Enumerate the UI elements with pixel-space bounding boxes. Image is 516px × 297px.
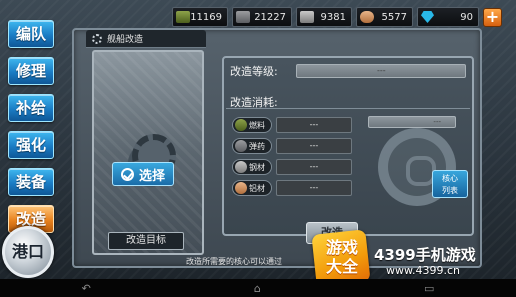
- watermark-title: 4399手机游戏: [374, 246, 476, 264]
- steel-icon: [300, 11, 314, 23]
- cost-row-fuel: 燃料 ---: [232, 116, 356, 134]
- recent-apps-icon[interactable]: ▭: [424, 282, 434, 295]
- cost-row-aluminum: 铝材 ---: [232, 179, 356, 197]
- divider: [226, 108, 470, 109]
- ammo-icon: [235, 140, 247, 152]
- watermark-logo-text: 游戏 大全: [320, 238, 364, 276]
- system-nav-bar: ↶ ⌂ ▭: [0, 279, 516, 297]
- fuel-counter: 11169: [172, 7, 228, 27]
- cost-value: ---: [276, 138, 352, 154]
- panel-title: 舰船改造: [107, 35, 144, 45]
- aluminum-icon: [360, 11, 374, 23]
- modify-target-label: 改造目标: [108, 232, 184, 250]
- add-gems-button[interactable]: +: [483, 7, 502, 27]
- aluminum-icon: [235, 182, 247, 194]
- fuel-icon: [235, 119, 247, 131]
- home-icon[interactable]: ⌂: [254, 282, 261, 295]
- aluminum-badge: 铝材: [232, 180, 272, 196]
- core-slot-value: ---: [368, 116, 456, 128]
- steel-badge: 钢材: [232, 159, 272, 175]
- ship-slot[interactable]: [92, 50, 204, 255]
- ammo-counter: 21227: [232, 7, 292, 27]
- menu-equip-button[interactable]: 装备: [8, 168, 54, 196]
- modify-level-value: ---: [296, 64, 466, 78]
- aluminum-counter: 5577: [356, 7, 413, 27]
- modify-level-label: 改造等级:: [230, 65, 278, 78]
- ammo-value: 21227: [254, 11, 286, 23]
- ammo-badge: 弹药: [232, 138, 272, 154]
- select-ship-button[interactable]: 选择: [112, 162, 174, 186]
- watermark-logo-line1: 游戏: [325, 238, 358, 257]
- cost-name: 弹药: [249, 141, 265, 151]
- core-list-line1: 核心: [442, 174, 458, 183]
- side-menu: 编队 修理 补给 强化 装备 改造: [8, 20, 58, 242]
- cost-name: 铝材: [249, 183, 265, 193]
- cost-value: ---: [276, 159, 352, 175]
- check-circle-icon: [120, 167, 134, 181]
- fuel-badge: 燃料: [232, 117, 272, 133]
- steel-counter: 9381: [296, 7, 352, 27]
- game-screen: 11169 21227 9381 5577 90 + 编队 修理 补给 强化 装…: [0, 0, 516, 297]
- fuel-value: 11169: [190, 11, 222, 23]
- watermark-url: www.4399.cn: [386, 264, 460, 277]
- menu-repair-button[interactable]: 修理: [8, 57, 54, 85]
- core-list-line2: 列表: [442, 186, 458, 195]
- core-list-button[interactable]: 核心 列表: [432, 170, 468, 198]
- back-icon[interactable]: ↶: [82, 282, 91, 295]
- steel-icon: [235, 161, 247, 173]
- cost-name: 燃料: [249, 120, 265, 130]
- resource-bar: 11169 21227 9381 5577 90 +: [172, 6, 512, 28]
- menu-enhance-button[interactable]: 强化: [8, 131, 54, 159]
- fuel-icon: [176, 11, 190, 23]
- watermark-logo-line2: 大全: [325, 257, 358, 276]
- gear-icon: [92, 33, 102, 44]
- cost-row-steel: 钢材 ---: [232, 158, 356, 176]
- panel-tab: 舰船改造: [86, 30, 206, 48]
- steel-value: 9381: [320, 11, 346, 23]
- select-label: 选择: [138, 168, 165, 184]
- cost-value: ---: [276, 180, 352, 196]
- modify-level-row: 改造等级: ---: [230, 63, 466, 79]
- menu-supply-button[interactable]: 补给: [8, 94, 54, 122]
- gem-counter: 90: [417, 7, 479, 27]
- cost-row-ammo: 弹药 ---: [232, 137, 356, 155]
- menu-fleet-button[interactable]: 编队: [8, 20, 54, 48]
- ammo-icon: [236, 11, 250, 23]
- aluminum-value: 5577: [381, 11, 407, 23]
- cost-name: 钢材: [249, 162, 265, 172]
- cost-value: ---: [276, 117, 352, 133]
- gem-value: 90: [460, 11, 473, 23]
- port-button[interactable]: 港口: [2, 226, 54, 278]
- diamond-icon: [421, 11, 434, 23]
